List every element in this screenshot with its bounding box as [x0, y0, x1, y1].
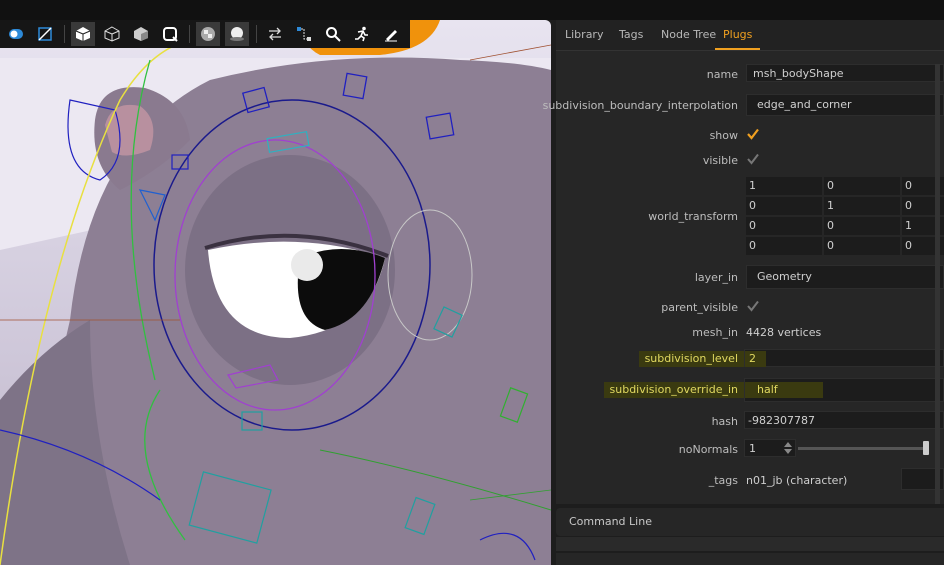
- subdivision-level-label: subdivision_level: [638, 351, 744, 367]
- search-icon[interactable]: [321, 22, 345, 46]
- panel-scrollbar[interactable]: [935, 64, 940, 504]
- spinbox-arrows-icon[interactable]: [782, 440, 794, 456]
- shaded-cube-icon[interactable]: [71, 22, 95, 46]
- subdivision-override-label: subdivision_override_in: [603, 382, 744, 398]
- world-transform-label: world_transform: [648, 210, 738, 223]
- checker-icon[interactable]: [196, 22, 220, 46]
- name-label: name: [706, 68, 738, 81]
- matrix-cell[interactable]: 0: [746, 217, 822, 235]
- matrix-cell[interactable]: 0: [824, 177, 900, 195]
- cube-outline-icon[interactable]: [158, 22, 182, 46]
- layer-in-dropdown[interactable]: Geometry: [746, 265, 944, 289]
- nodes-icon[interactable]: [292, 22, 316, 46]
- matrix-cell[interactable]: 0: [824, 237, 900, 255]
- subdivision-level-value: 2: [745, 351, 766, 367]
- wireframe-cube-icon[interactable]: [100, 22, 124, 46]
- sphere-icon[interactable]: [225, 22, 249, 46]
- matrix-cell[interactable]: 0: [746, 237, 822, 255]
- subdiv-boundary-dropdown[interactable]: edge_and_corner: [746, 94, 944, 116]
- attribute-panel: Library Tags Node Tree Plugs name msh_bo…: [543, 20, 944, 504]
- matrix-cell[interactable]: 1: [824, 197, 900, 215]
- command-line-panel[interactable]: Command Line: [556, 508, 944, 536]
- lit-cube-icon[interactable]: [129, 22, 153, 46]
- layer-in-label: layer_in: [694, 271, 738, 284]
- subdivision-override-dropdown[interactable]: half: [744, 378, 944, 402]
- fit-icon[interactable]: [33, 22, 57, 46]
- command-line-title: Command Line: [569, 515, 652, 528]
- viewport-toolbar: [0, 20, 410, 48]
- subdivision-override-value: half: [745, 382, 823, 398]
- tags-value: n01_jb (character): [746, 474, 848, 487]
- tab-tags[interactable]: Tags: [619, 20, 643, 50]
- nonormals-slider-track[interactable]: [798, 447, 928, 450]
- run-icon[interactable]: [350, 22, 374, 46]
- matrix-cell[interactable]: 0: [824, 217, 900, 235]
- parent-visible-label: parent_visible: [661, 301, 738, 314]
- viewport-3d[interactable]: [0, 20, 551, 565]
- visible-label: visible: [702, 154, 738, 167]
- subdivision-level-field[interactable]: 2: [744, 349, 944, 367]
- pen-icon[interactable]: [379, 22, 403, 46]
- tags-label: _tags: [708, 474, 738, 487]
- tab-node-tree[interactable]: Node Tree: [661, 20, 716, 50]
- mesh-in-label: mesh_in: [692, 326, 738, 339]
- show-label: show: [709, 129, 738, 142]
- panel-tabs: Library Tags Node Tree Plugs: [556, 20, 944, 51]
- subdiv-boundary-label: subdivision_boundary_interpolation: [542, 99, 738, 112]
- tab-plugs[interactable]: Plugs: [715, 20, 761, 50]
- swap-icon[interactable]: [263, 22, 287, 46]
- scene-render: [0, 20, 551, 565]
- hash-label: hash: [711, 415, 738, 428]
- bottom-panel: [556, 553, 944, 565]
- name-field[interactable]: msh_bodyShape: [746, 64, 944, 82]
- camera-toggle-icon[interactable]: [4, 22, 28, 46]
- command-line-input[interactable]: [556, 537, 944, 551]
- tab-library[interactable]: Library: [565, 20, 603, 50]
- nonormals-label: noNormals: [678, 443, 738, 456]
- visible-checkbox[interactable]: [747, 153, 759, 165]
- hash-field[interactable]: -982307787: [744, 411, 944, 429]
- parent-visible-checkbox[interactable]: [747, 300, 759, 312]
- show-checkbox[interactable]: [747, 128, 759, 140]
- top-strip: [0, 0, 944, 20]
- matrix-cell[interactable]: 0: [746, 197, 822, 215]
- mesh-in-value: 4428 vertices: [746, 326, 822, 339]
- nonormals-slider-handle[interactable]: [923, 441, 929, 455]
- matrix-cell[interactable]: 1: [746, 177, 822, 195]
